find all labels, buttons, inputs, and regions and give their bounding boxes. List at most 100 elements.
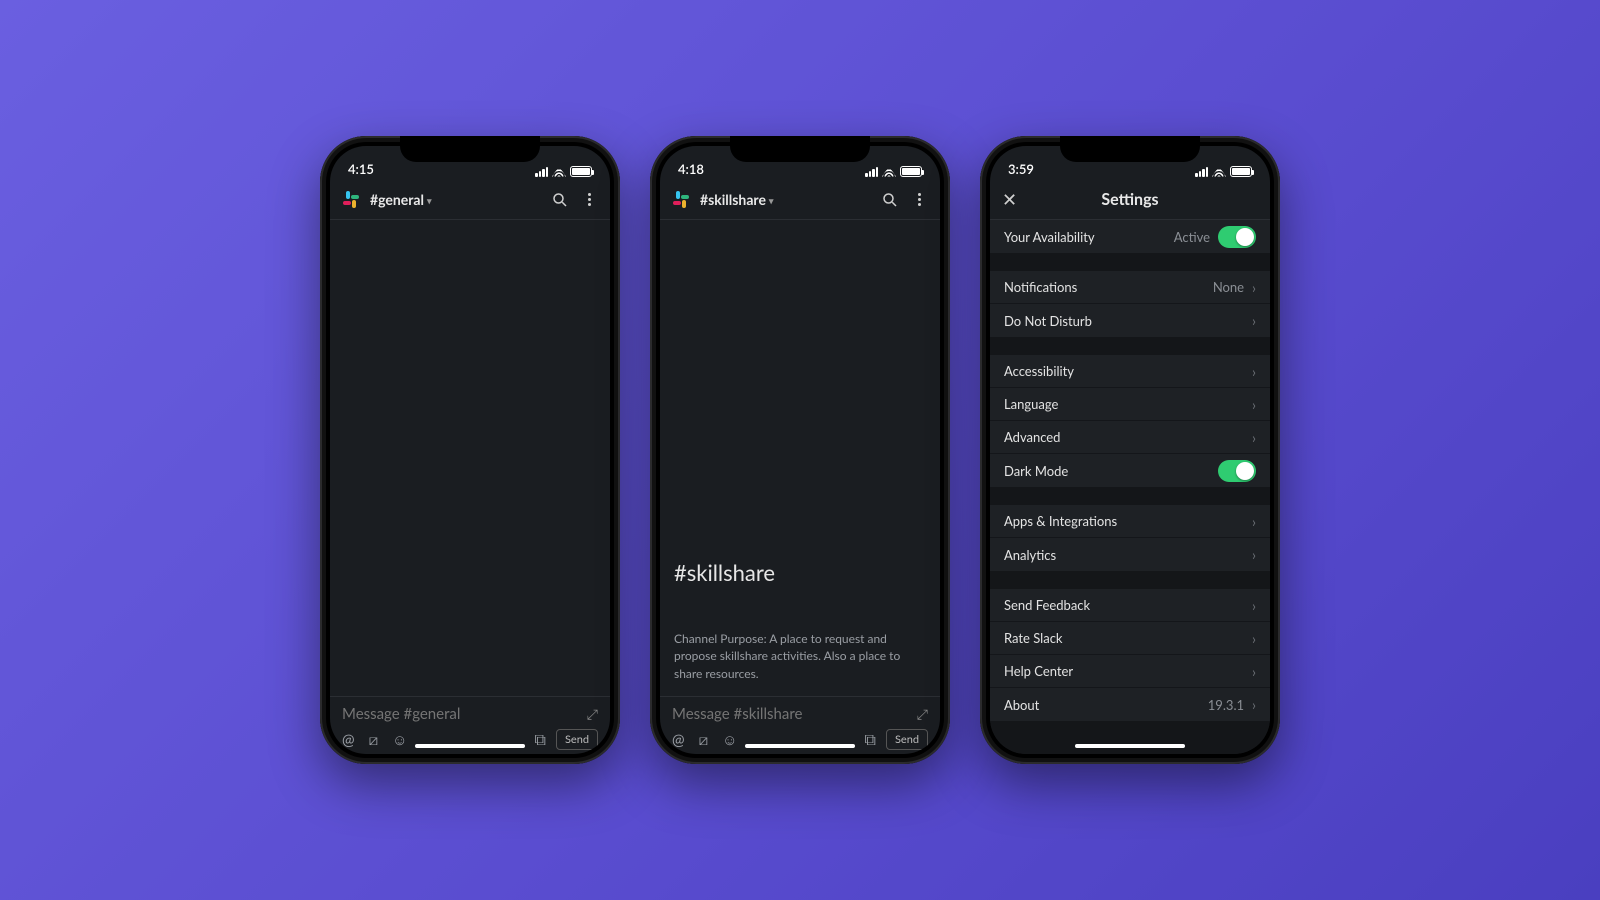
emoji-icon[interactable]: ☺ <box>722 731 737 749</box>
search-icon[interactable] <box>550 190 570 210</box>
battery-icon <box>1230 166 1252 177</box>
signal-icon <box>535 167 548 177</box>
row-label: Your Availability <box>1004 229 1095 245</box>
row-advanced[interactable]: Advanced › <box>990 421 1270 454</box>
chevron-right-icon: › <box>1252 696 1256 713</box>
message-input[interactable] <box>672 705 917 723</box>
chevron-right-icon: › <box>1252 513 1256 530</box>
row-label: Do Not Disturb <box>1004 313 1092 329</box>
message-list[interactable]: #skillshare Channel Purpose: A place to … <box>660 220 940 696</box>
more-icon[interactable] <box>910 193 928 206</box>
mention-icon[interactable]: @ <box>342 731 355 749</box>
chevron-right-icon: › <box>1252 663 1256 680</box>
row-analytics[interactable]: Analytics › <box>990 538 1270 571</box>
send-button[interactable]: Send <box>556 729 598 750</box>
battery-icon <box>900 166 922 177</box>
settings-header: ✕ Settings <box>990 180 1270 220</box>
row-availability[interactable]: Your Availability Active <box>990 220 1270 253</box>
battery-icon <box>570 166 592 177</box>
chevron-right-icon: › <box>1252 312 1256 329</box>
search-icon[interactable] <box>880 190 900 210</box>
row-notifications[interactable]: Notifications None › <box>990 271 1270 304</box>
chevron-right-icon: › <box>1252 630 1256 647</box>
home-indicator[interactable] <box>1075 744 1185 748</box>
channel-intro: #skillshare Channel Purpose: A place to … <box>660 559 940 696</box>
channel-intro-title: #skillshare <box>674 559 926 586</box>
wifi-icon <box>882 167 896 177</box>
channel-name: #skillshare <box>700 191 766 208</box>
expand-icon[interactable]: ⤢ <box>917 705 928 723</box>
home-indicator[interactable] <box>745 744 855 748</box>
channel-switcher[interactable]: #general ▾ <box>370 191 540 208</box>
row-label: Help Center <box>1004 663 1073 679</box>
row-about[interactable]: About 19.3.1 › <box>990 688 1270 721</box>
channel-purpose: Channel Purpose: A place to request and … <box>674 630 926 682</box>
row-label: Accessibility <box>1004 363 1074 379</box>
more-icon[interactable] <box>580 193 598 206</box>
row-label: Notifications <box>1004 279 1077 295</box>
row-apps[interactable]: Apps & Integrations › <box>990 505 1270 538</box>
status-time: 3:59 <box>1008 161 1034 177</box>
row-language[interactable]: Language › <box>990 388 1270 421</box>
row-label: Advanced <box>1004 429 1060 445</box>
message-input[interactable] <box>342 705 587 723</box>
darkmode-toggle[interactable] <box>1218 460 1256 482</box>
channel-switcher[interactable]: #skillshare ▾ <box>700 191 870 208</box>
home-indicator[interactable] <box>415 744 525 748</box>
settings-title: Settings <box>990 190 1270 209</box>
row-label: Dark Mode <box>1004 463 1068 479</box>
channel-header: #general ▾ <box>330 180 610 220</box>
signal-icon <box>865 167 878 177</box>
row-label: Language <box>1004 396 1058 412</box>
format-icon[interactable]: ⧄ <box>699 731 709 749</box>
row-help[interactable]: Help Center › <box>990 655 1270 688</box>
expand-icon[interactable]: ⤢ <box>587 705 598 723</box>
camera-icon[interactable]: ⧉ <box>535 730 546 750</box>
slack-logo-icon[interactable] <box>672 191 690 209</box>
chevron-right-icon: › <box>1252 597 1256 614</box>
phone-skillshare: 4:18 #skillshare ▾ #skillshare Channel P… <box>650 136 950 764</box>
row-feedback[interactable]: Send Feedback › <box>990 589 1270 622</box>
slack-logo-icon[interactable] <box>342 191 360 209</box>
format-icon[interactable]: ⧄ <box>369 731 379 749</box>
wifi-icon <box>1212 167 1226 177</box>
chevron-right-icon: › <box>1252 396 1256 413</box>
availability-value: Active <box>1174 229 1210 245</box>
chevron-down-icon: ▾ <box>427 195 432 207</box>
mention-icon[interactable]: @ <box>672 731 685 749</box>
row-dnd[interactable]: Do Not Disturb › <box>990 304 1270 337</box>
notch <box>1060 136 1200 162</box>
settings-list[interactable]: Your Availability Active Notifications N… <box>990 220 1270 754</box>
status-time: 4:18 <box>678 161 704 177</box>
row-label: Send Feedback <box>1004 597 1090 613</box>
about-version: 19.3.1 <box>1208 697 1244 713</box>
close-icon[interactable]: ✕ <box>1002 188 1017 211</box>
wifi-icon <box>552 167 566 177</box>
phone-general: 4:15 #general ▾ ⤢ <box>320 136 620 764</box>
notch <box>730 136 870 162</box>
channel-name: #general <box>370 191 424 208</box>
emoji-icon[interactable]: ☺ <box>392 731 407 749</box>
row-label: Apps & Integrations <box>1004 513 1117 529</box>
chevron-right-icon: › <box>1252 279 1256 296</box>
row-label: About <box>1004 697 1039 713</box>
row-darkmode[interactable]: Dark Mode <box>990 454 1270 487</box>
message-list[interactable] <box>330 220 610 696</box>
signal-icon <box>1195 167 1208 177</box>
notifications-value: None <box>1213 279 1244 295</box>
chevron-down-icon: ▾ <box>769 195 774 207</box>
chevron-right-icon: › <box>1252 546 1256 563</box>
notch <box>400 136 540 162</box>
chevron-right-icon: › <box>1252 429 1256 446</box>
row-label: Analytics <box>1004 547 1056 563</box>
send-button[interactable]: Send <box>886 729 928 750</box>
camera-icon[interactable]: ⧉ <box>865 730 876 750</box>
channel-header: #skillshare ▾ <box>660 180 940 220</box>
status-time: 4:15 <box>348 161 374 177</box>
row-accessibility[interactable]: Accessibility › <box>990 355 1270 388</box>
row-label: Rate Slack <box>1004 630 1063 646</box>
row-rate[interactable]: Rate Slack › <box>990 622 1270 655</box>
chevron-right-icon: › <box>1252 363 1256 380</box>
availability-toggle[interactable] <box>1218 226 1256 248</box>
phone-settings: 3:59 ✕ Settings Your Availability Active <box>980 136 1280 764</box>
